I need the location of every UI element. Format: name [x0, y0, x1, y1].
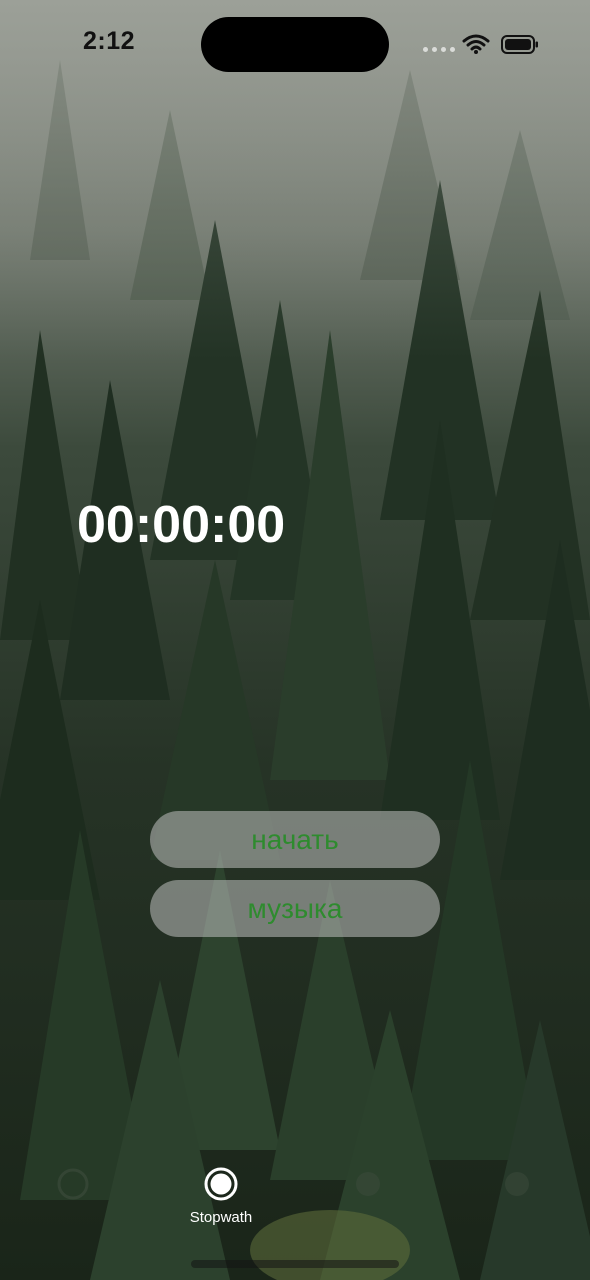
music-button[interactable]: музыка	[150, 880, 440, 937]
tab-icon	[57, 1168, 89, 1200]
status-time: 2:12	[83, 27, 136, 55]
forest-background-image	[0, 0, 590, 1280]
tab-stopwatch-label: Stopwath	[189, 1209, 253, 1226]
app-screen: 2:12 00:00:00 начать музыка Stopwath	[0, 0, 590, 1280]
record-circle-icon	[204, 1167, 238, 1201]
tab-icon	[505, 1172, 529, 1196]
stopwatch-display: 00:00:00	[77, 496, 286, 554]
tab-item-4[interactable]	[467, 1150, 567, 1201]
cellular-signal-icon	[423, 47, 455, 52]
home-indicator[interactable]	[191, 1260, 399, 1268]
start-button[interactable]: начать	[150, 811, 440, 868]
tab-icon	[356, 1172, 380, 1196]
battery-icon	[501, 35, 538, 54]
status-bar: 2:12	[0, 0, 590, 90]
dynamic-island	[201, 17, 389, 72]
tab-stopwatch[interactable]: Stopwath	[171, 1150, 271, 1226]
tab-item-1[interactable]	[23, 1150, 123, 1201]
wifi-icon	[462, 34, 490, 54]
tab-item-3[interactable]	[318, 1150, 418, 1201]
